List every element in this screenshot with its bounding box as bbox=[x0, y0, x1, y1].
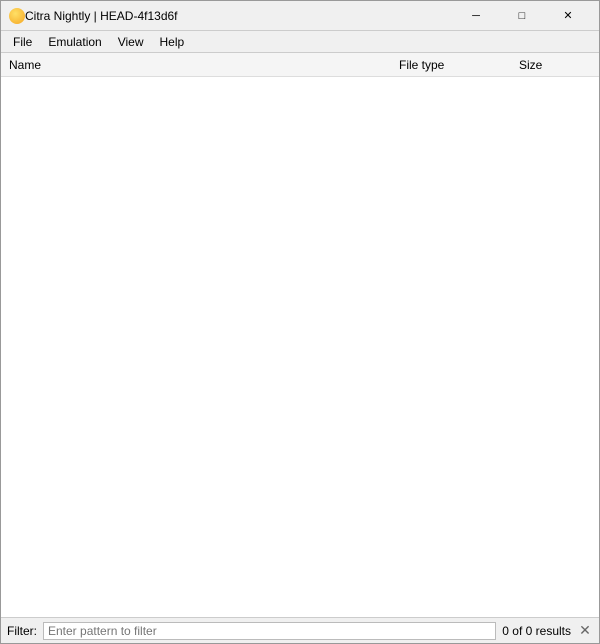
menu-help[interactable]: Help bbox=[152, 31, 193, 52]
clear-filter-button[interactable]: ✕ bbox=[577, 623, 593, 639]
window-controls: ─ □ ✕ bbox=[453, 1, 591, 31]
column-header-filetype: File type bbox=[399, 58, 519, 72]
status-bar: Filter: 0 of 0 results ✕ bbox=[1, 617, 599, 643]
content-area: Name File type Size bbox=[1, 53, 599, 617]
menu-view[interactable]: View bbox=[110, 31, 152, 52]
close-button[interactable]: ✕ bbox=[545, 1, 591, 31]
column-headers: Name File type Size bbox=[1, 53, 599, 77]
minimize-button[interactable]: ─ bbox=[453, 1, 499, 31]
game-list bbox=[1, 77, 599, 617]
filter-input[interactable] bbox=[43, 622, 496, 640]
menu-file[interactable]: File bbox=[5, 31, 40, 52]
filter-label: Filter: bbox=[7, 624, 37, 638]
app-icon bbox=[9, 8, 25, 24]
menu-bar: File Emulation View Help bbox=[1, 31, 599, 53]
column-header-name: Name bbox=[1, 58, 399, 72]
main-window: Citra Nightly | HEAD-4f13d6f ─ □ ✕ File … bbox=[0, 0, 600, 644]
maximize-button[interactable]: □ bbox=[499, 1, 545, 31]
menu-emulation[interactable]: Emulation bbox=[40, 31, 109, 52]
results-count: 0 of 0 results bbox=[502, 624, 571, 638]
window-title: Citra Nightly | HEAD-4f13d6f bbox=[25, 9, 453, 23]
column-header-size: Size bbox=[519, 58, 599, 72]
title-bar: Citra Nightly | HEAD-4f13d6f ─ □ ✕ bbox=[1, 1, 599, 31]
